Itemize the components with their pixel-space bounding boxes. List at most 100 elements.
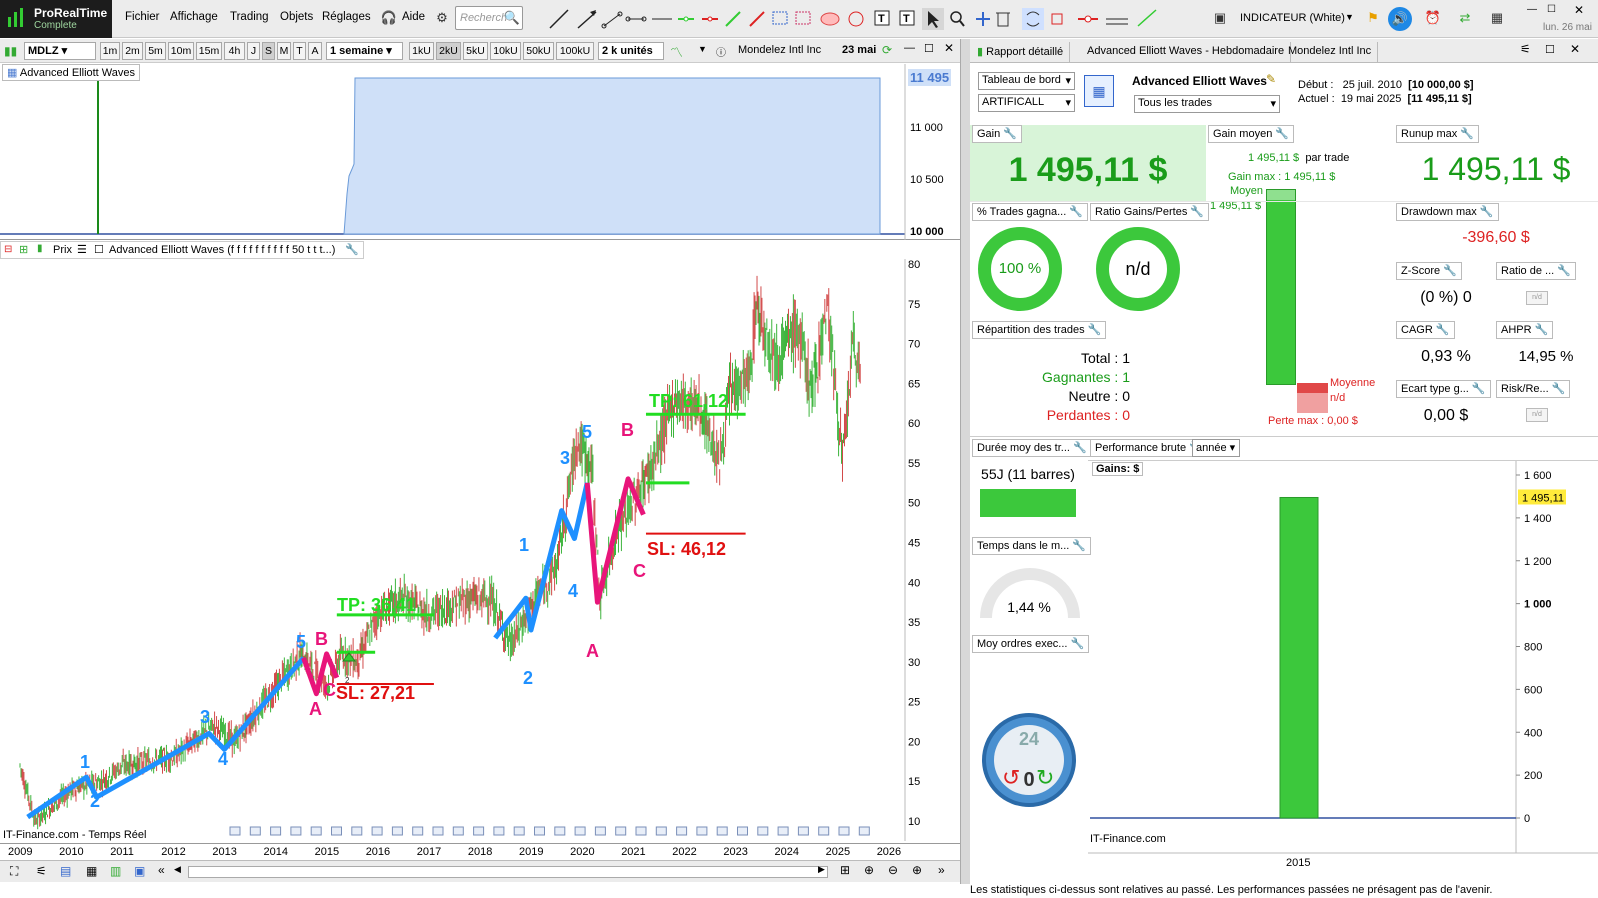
zoom-fit-icon[interactable]: ⊞ [840,863,850,877]
search-icon[interactable]: 🔍 [503,9,521,27]
zoom-out-icon[interactable]: ⊖ [888,863,898,877]
chevron-down-icon[interactable]: ▼ [1345,12,1354,22]
tick-100ku[interactable]: 100kU [556,42,594,60]
close-icon[interactable]: ✕ [1574,3,1584,17]
scroll-left-arrow[interactable]: ◀ [174,864,181,875]
trades-select[interactable]: Tous les trades ▾ [1134,95,1280,113]
save-icon[interactable]: ▣ [1211,9,1229,27]
menu-affichage[interactable]: Affichage [170,11,218,23]
chart-icon[interactable]: ▮▮ [4,44,17,58]
menu-objets[interactable]: Objets [280,11,313,23]
perf-period-select[interactable]: année ▾ [1192,439,1240,457]
chevron-down-icon[interactable]: ▼ [698,44,707,54]
horizontal-scrollbar[interactable] [188,866,828,878]
runup-label[interactable]: Runup max 🔧 [1396,125,1480,143]
robot-icon[interactable]: ⚙ [433,9,451,27]
tf-a[interactable]: A [308,42,322,60]
report-icon[interactable]: ▦ [1084,75,1114,107]
moy-ordres-label[interactable]: Moy ordres exec... 🔧 [972,635,1090,653]
news-marker-icon [676,826,688,836]
tab-strategy[interactable]: Advanced Elliott Waves - Hebdomadaire [1081,42,1292,63]
menu-trading[interactable]: Trading [230,11,269,23]
minimize-icon[interactable]: — [1522,4,1542,15]
splitter[interactable] [960,39,970,884]
tf-m[interactable]: M [277,42,291,60]
drawdown-label[interactable]: Drawdown max 🔧 [1396,203,1499,221]
cagr-label[interactable]: CAGR 🔧 [1396,321,1455,339]
close-icon[interactable]: ✕ [944,41,954,55]
refresh-icon[interactable]: ⟳ [882,43,892,57]
tf-5m[interactable]: 5m [145,42,166,60]
sl-label-1: SL: 27,21 [336,683,415,703]
menu-aide[interactable]: Aide [402,11,425,23]
share-icon[interactable]: ⚟ [1520,42,1531,56]
duree-label[interactable]: Durée moy des tr... 🔧 [972,439,1092,457]
screenshot-icon[interactable]: ▣ [134,864,145,878]
tf-j[interactable]: J [247,42,260,60]
time-axis: 2009 2010 2011 2012 2013 2014 2015 2016 2017 2018… [0,843,960,860]
ahpr-label[interactable]: AHPR 🔧 [1496,321,1554,339]
tick-10ku[interactable]: 10kU [490,42,521,60]
scroll-left-icon[interactable]: « [158,863,165,877]
gain-label[interactable]: Gain 🔧 [972,125,1023,143]
ratio2-label[interactable]: Ratio de ... 🔧 [1496,262,1576,280]
scroll-right-icon[interactable]: » [938,863,945,877]
period-select[interactable]: 1 semaine ▾ [326,42,403,60]
tab-instrument[interactable]: Mondelez Intl Inc [1282,42,1379,63]
tf-t[interactable]: T [293,42,306,60]
close-icon[interactable]: ✕ [1570,42,1580,56]
fit-icon[interactable]: ⛶ [10,864,18,879]
ratio-label[interactable]: Ratio Gains/Pertes 🔧 [1090,203,1210,221]
units-select[interactable]: 2 k unités ▾ [598,42,664,73]
zoom-in-icon[interactable]: ⊕ [912,863,922,877]
edit-icon[interactable]: ✎ [1266,72,1276,86]
tick-5ku[interactable]: 5kU [463,42,488,60]
tf-1m[interactable]: 1m [100,42,120,60]
riskre-label[interactable]: Risk/Re... 🔧 [1496,380,1571,398]
table-icon[interactable]: ▥ [110,864,121,878]
layout-icon[interactable]: ▦ [86,864,97,878]
ecart-label[interactable]: Ecart type g... 🔧 [1396,380,1491,398]
price-panel: ⊟ ⊞ ▮ Prix ☰ ☐ Advanced Elliott Waves (f… [0,241,960,861]
temps-label[interactable]: Temps dans le m... 🔧 [972,537,1092,555]
dashboard-select[interactable]: Tableau de bord ▾ [978,72,1075,90]
tick-2ku[interactable]: 2kU [436,42,461,60]
tick-50ku[interactable]: 50kU [523,42,554,60]
tf-4h[interactable]: 4h [224,42,245,60]
headset-icon[interactable]: 🎧 [380,9,398,27]
indicator-mode-select[interactable]: INDICATEUR (White) [1240,12,1345,24]
tab-rapport-detaille[interactable]: ▮ Rapport détaillé [971,42,1071,63]
tf-15m[interactable]: 15m [196,42,222,60]
tf-2m[interactable]: 2m [122,42,143,60]
chart-type-icon[interactable]: 〽 [670,42,683,61]
restore-icon[interactable]: ☐ [1545,43,1555,56]
sync-icon[interactable]: ⇄ [1456,9,1474,27]
news-marker-icon [757,826,769,836]
price-y-tick: 35 [908,617,920,629]
scroll-right-arrow[interactable]: ▶ [818,864,825,875]
tf-10m[interactable]: 10m [168,42,194,60]
tf-s[interactable]: S [262,42,275,60]
perf-label[interactable]: Performance brute 🔧 [1090,439,1208,457]
zscore-label[interactable]: Z-Score 🔧 [1396,262,1462,280]
alert-icon[interactable]: ⏰ [1424,9,1442,27]
menu-reglages[interactable]: Réglages [322,11,371,23]
flag-icon[interactable]: ⚑ [1364,9,1382,27]
calculator-icon[interactable]: ▦ [1488,9,1506,27]
restore-icon[interactable]: ☐ [924,42,934,55]
share-icon[interactable]: ⚟ [36,864,47,878]
account-select[interactable]: ARTIFICALL ▾ [978,94,1075,112]
restore-icon[interactable]: ☐ [1547,4,1556,15]
menu-fichier[interactable]: Fichier [125,11,160,23]
zoom-auto-icon[interactable]: ⊕ [864,863,874,877]
drawing-tools[interactable]: T T [540,6,1200,32]
gain-moyen-label[interactable]: Gain moyen 🔧 [1208,125,1295,143]
minimize-icon[interactable]: — [904,42,915,54]
comment-icon[interactable]: ▤ [60,864,71,878]
repartition-label[interactable]: Répartition des trades 🔧 [972,321,1107,339]
info-icon[interactable]: ⓘ [716,44,726,59]
tick-1ku[interactable]: 1kU [409,42,434,60]
sound-icon[interactable]: 🔊 [1388,7,1412,31]
symbol-select[interactable]: MDLZ ▾ [24,42,96,60]
trades-gagnants-label[interactable]: % Trades gagna... 🔧 [972,203,1089,221]
